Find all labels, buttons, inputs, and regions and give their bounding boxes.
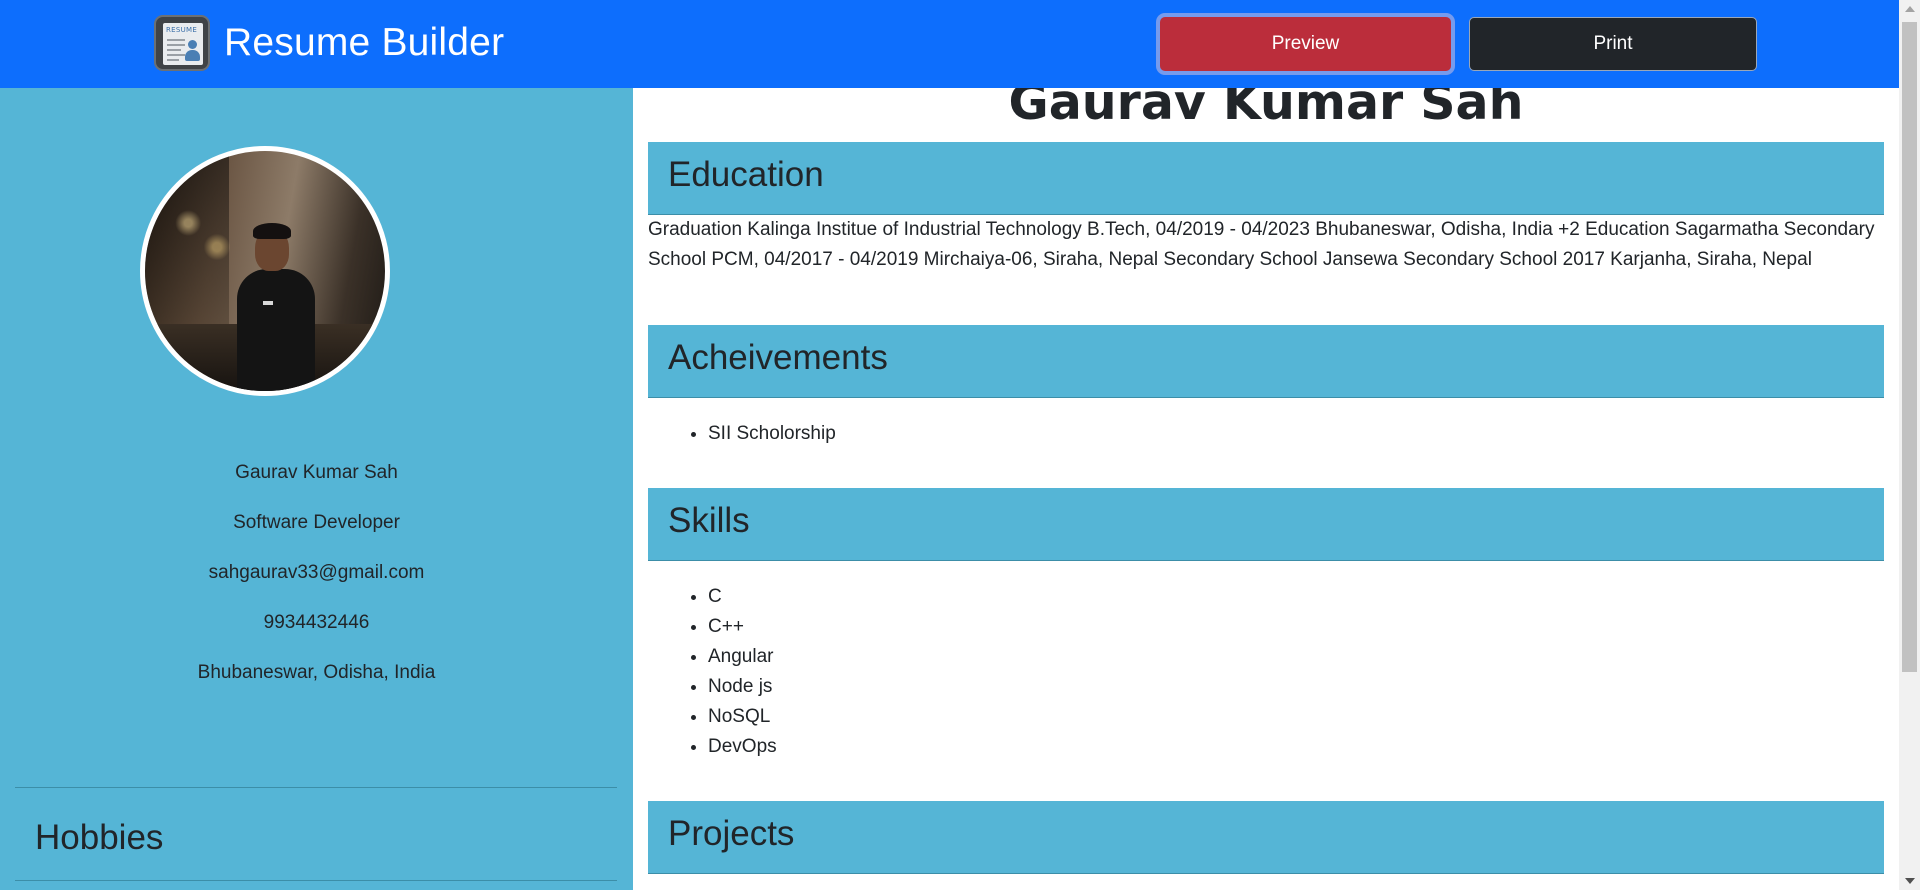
skills-section-header: Skills bbox=[648, 488, 1884, 561]
list-item: Angular bbox=[708, 642, 777, 672]
list-item: C++ bbox=[708, 612, 777, 642]
achievements-list: SII Scholorship bbox=[708, 419, 836, 449]
list-item: Node js bbox=[708, 672, 777, 702]
sidebar-divider bbox=[15, 787, 617, 788]
scroll-up-arrow-icon[interactable] bbox=[1905, 6, 1915, 12]
print-button[interactable]: Print bbox=[1469, 17, 1757, 71]
preview-button[interactable]: Preview bbox=[1160, 17, 1451, 71]
top-navbar: RESUME Resume Builder Preview Print bbox=[0, 0, 1899, 88]
brand-title: Resume Builder bbox=[224, 21, 505, 64]
list-item: DevOps bbox=[708, 732, 777, 762]
resume-logo-icon: RESUME bbox=[154, 15, 210, 71]
education-heading: Education bbox=[668, 155, 824, 194]
education-text: Graduation Kalinga Institue of Industria… bbox=[648, 219, 1875, 270]
achievements-section-header: Acheivements bbox=[648, 325, 1884, 398]
list-item: SII Scholorship bbox=[708, 419, 836, 449]
hobbies-heading: Hobbies bbox=[35, 818, 164, 857]
profile-phone: 9934432446 bbox=[263, 612, 370, 633]
profile-avatar bbox=[140, 146, 390, 396]
profile-name: Gaurav Kumar Sah bbox=[235, 462, 398, 483]
achievements-heading: Acheivements bbox=[668, 338, 888, 377]
sidebar-divider bbox=[15, 880, 617, 881]
profile-sidebar: Gaurav Kumar Sah Software Developer sahg… bbox=[0, 88, 633, 890]
profile-title: Software Developer bbox=[233, 512, 400, 533]
scroll-thumb[interactable] bbox=[1902, 22, 1917, 672]
list-item: NoSQL bbox=[708, 702, 777, 732]
list-item: C bbox=[708, 582, 777, 612]
projects-heading: Projects bbox=[668, 814, 795, 853]
profile-location: Bhubaneswar, Odisha, India bbox=[197, 662, 436, 683]
education-section-header: Education bbox=[648, 142, 1884, 215]
resume-name: Gaurav Kumar Sah bbox=[1008, 88, 1524, 131]
projects-section-header: Projects bbox=[648, 801, 1884, 874]
resume-main: Gaurav Kumar Sah Education Graduation Ka… bbox=[633, 88, 1899, 890]
logo-text: RESUME bbox=[166, 26, 198, 34]
scroll-down-arrow-icon[interactable] bbox=[1905, 878, 1915, 884]
skills-list: C C++ Angular Node js NoSQL DevOps bbox=[708, 582, 777, 762]
page-scrollbar[interactable] bbox=[1899, 0, 1920, 890]
profile-email: sahgaurav33@gmail.com bbox=[208, 562, 425, 583]
skills-heading: Skills bbox=[668, 501, 750, 540]
brand[interactable]: RESUME Resume Builder bbox=[154, 14, 504, 72]
